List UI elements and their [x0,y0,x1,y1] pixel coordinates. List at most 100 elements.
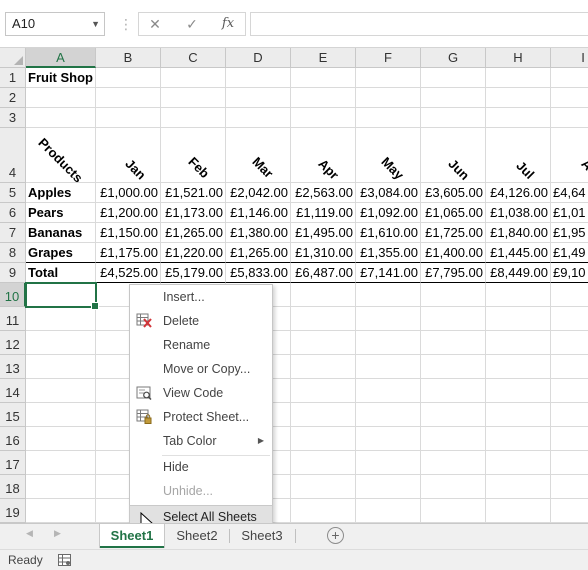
grid-cell[interactable] [356,379,421,403]
value-cell[interactable]: £1,521.00 [161,183,226,203]
grid-cell[interactable] [226,88,291,108]
tab-sheet3[interactable]: Sheet3 [230,524,294,548]
grid-cell[interactable] [551,108,588,128]
row-label[interactable]: Grapes [26,243,96,263]
grid-cell[interactable] [291,499,356,523]
grid-cell[interactable] [486,379,551,403]
grid-cell[interactable] [551,128,588,183]
row-header-6[interactable]: 6 [0,203,26,223]
grid-cell[interactable] [356,451,421,475]
column-header-c[interactable]: C [161,48,226,68]
grid-cell[interactable] [551,475,588,499]
grid-cell[interactable] [291,355,356,379]
row-header-1[interactable]: 1 [0,68,26,88]
grid-cell[interactable] [226,68,291,88]
value-cell[interactable]: £1,380.00 [226,223,291,243]
grid-cell[interactable] [26,88,96,108]
grid-cell[interactable] [26,307,96,331]
select-all-corner[interactable] [0,48,26,68]
row-label[interactable]: Bananas [26,223,96,243]
grid-cell[interactable] [551,451,588,475]
value-cell[interactable]: £7,795.00 [421,262,486,283]
grid-cell[interactable] [551,379,588,403]
grid-cell[interactable] [486,307,551,331]
grid-cell[interactable] [291,379,356,403]
grid-cell[interactable] [356,499,421,523]
grid-cell[interactable] [26,108,96,128]
tab-sheet2[interactable]: Sheet2 [166,524,228,548]
cancel-icon[interactable]: ✕ [143,12,167,36]
grid-cell[interactable] [291,451,356,475]
grid-cell[interactable] [421,307,486,331]
value-cell[interactable]: £1,840.00 [486,223,551,243]
row-header-3[interactable]: 3 [0,108,26,128]
value-cell[interactable]: £1,725.00 [421,223,486,243]
menu-item-hide[interactable]: Hide [130,456,272,478]
value-cell[interactable]: £1,01 [551,203,588,223]
column-header-i[interactable]: I [551,48,588,68]
value-cell[interactable]: £4,525.00 [96,262,161,283]
grid-cell[interactable] [486,355,551,379]
grid-cell[interactable] [26,427,96,451]
grid-cell[interactable] [421,379,486,403]
column-header-d[interactable]: D [226,48,291,68]
value-cell[interactable]: £1,173.00 [161,203,226,223]
grid-cell[interactable] [291,307,356,331]
grid-cell[interactable] [161,108,226,128]
grid-cell[interactable] [486,108,551,128]
menu-item-insert[interactable]: Insert... [130,286,272,308]
grid-cell[interactable] [356,331,421,355]
grid-cell[interactable] [26,403,96,427]
menu-item-move-copy[interactable]: Move or Copy... [130,358,272,380]
row-header-12[interactable]: 12 [0,331,26,355]
grid-cell[interactable] [291,283,356,307]
grid-cell[interactable] [291,403,356,427]
column-header-g[interactable]: G [421,48,486,68]
value-cell[interactable]: £1,49 [551,243,588,263]
value-cell[interactable]: £1,220.00 [161,243,226,263]
add-sheet-button[interactable]: + [327,527,344,544]
grid-cell[interactable] [551,68,588,88]
column-header-a[interactable]: A [26,48,96,68]
grid-cell[interactable] [421,403,486,427]
grid-cell[interactable] [26,379,96,403]
next-sheet-icon[interactable]: ▶ [54,528,61,539]
value-cell[interactable]: £1,265.00 [161,223,226,243]
value-cell[interactable]: £1,445.00 [486,243,551,263]
grid-cell[interactable] [421,331,486,355]
value-cell[interactable]: £1,400.00 [421,243,486,263]
grid-cell[interactable] [291,331,356,355]
grid-cell[interactable] [486,68,551,88]
menu-item-view-code[interactable]: View Code [130,382,272,404]
grid-cell[interactable] [291,427,356,451]
menu-item-tab-color[interactable]: Tab Color ▶ [130,430,272,452]
insert-function-button[interactable]: fx [216,12,240,36]
grid-cell[interactable] [551,88,588,108]
value-cell[interactable]: £1,092.00 [356,203,421,223]
value-cell[interactable]: £6,487.00 [291,262,356,283]
grid-cell[interactable] [291,475,356,499]
value-cell[interactable]: £1,150.00 [96,223,161,243]
grid-cell[interactable] [356,403,421,427]
value-cell[interactable]: £2,042.00 [226,183,291,203]
column-header-e[interactable]: E [291,48,356,68]
row-header-8[interactable]: 8 [0,243,26,263]
row-label[interactable]: Pears [26,203,96,223]
value-cell[interactable]: £1,119.00 [291,203,356,223]
grid-cell[interactable] [486,128,551,183]
row-header-15[interactable]: 15 [0,403,26,427]
drag-handle-icon[interactable]: ⋮ [119,15,133,33]
grid-cell[interactable] [551,307,588,331]
menu-item-rename[interactable]: Rename [130,334,272,356]
grid-cell[interactable] [421,427,486,451]
grid-cell[interactable] [96,128,161,183]
grid-cell[interactable] [486,475,551,499]
grid-cell[interactable] [26,355,96,379]
row-header-18[interactable]: 18 [0,475,26,499]
chevron-down-icon[interactable]: ▼ [91,13,100,35]
row-header-5[interactable]: 5 [0,183,26,203]
column-header-b[interactable]: B [96,48,161,68]
grid-cell[interactable] [421,283,486,307]
value-cell[interactable]: £1,065.00 [421,203,486,223]
row-header-4[interactable]: 4 [0,128,26,183]
